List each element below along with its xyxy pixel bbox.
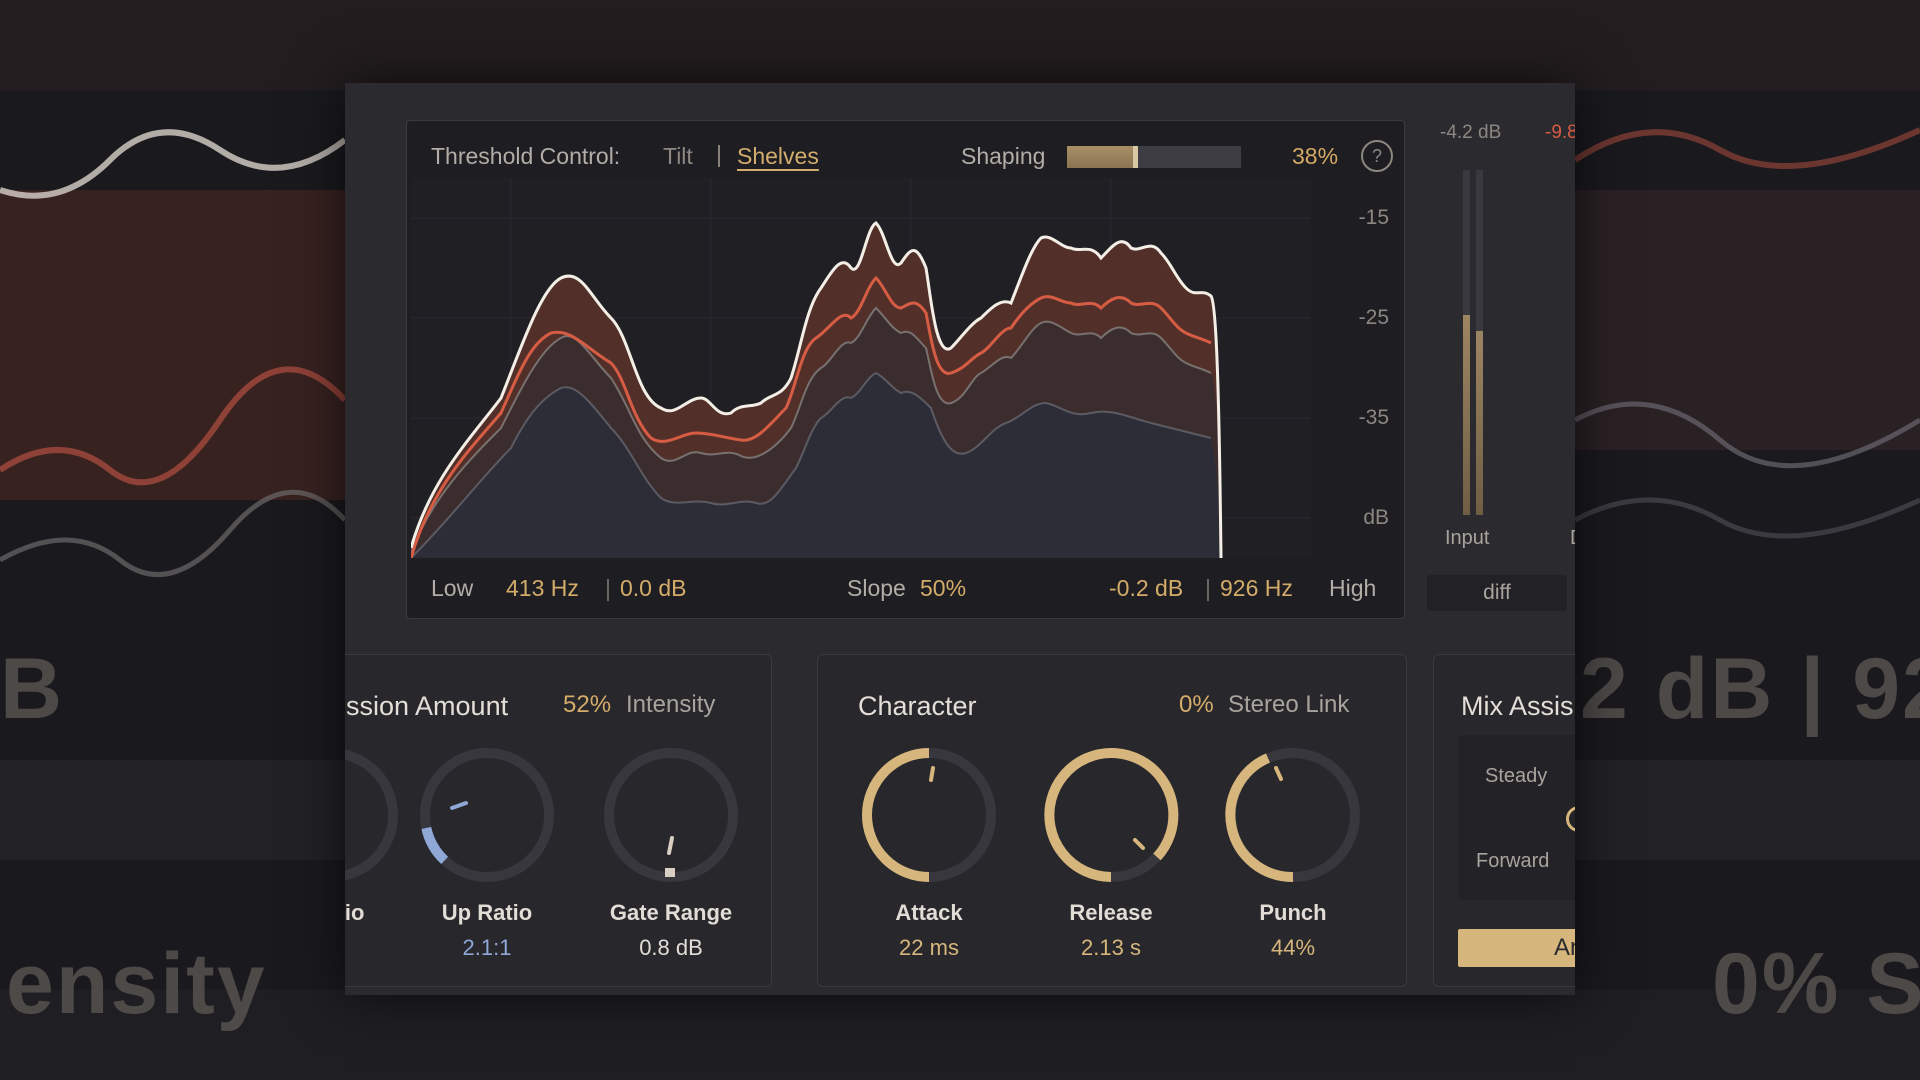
shaping-value: 38% [1292,143,1339,169]
background-text-right: 2 dB | 92 [1580,641,1920,737]
mix-mode-selector[interactable]: Steady Forward [1458,735,1575,900]
input-meter-label: Input [1445,527,1490,549]
db-scale-label: -15 [1359,206,1389,229]
diff-button[interactable]: diff [1427,575,1567,611]
background-text-left: B [0,641,65,737]
second-meter-label: D [1570,527,1575,550]
low-shelf-label: Low [431,575,474,601]
low-shelf-frequency[interactable]: 413 Hz [506,575,579,602]
shaping-label: Shaping [961,143,1046,169]
input-meter-right [1476,170,1483,515]
release-knob-label: Release [1069,900,1153,925]
mix-assist-card: Mix Assis Steady Forward Ana [1433,654,1575,987]
threshold-option-separator: | [716,141,722,167]
stereo-link-value[interactable]: 0% [1179,691,1214,719]
character-card: Character 0% Stereo Link Attack 22 ms Re… [817,654,1407,987]
footer-separator: | [605,575,611,601]
gate-range-value[interactable]: 0.8 dB [581,935,761,961]
gate-range-knob-label: Gate Range [609,900,733,925]
mix-mode-forward[interactable]: Forward [1476,850,1549,873]
punch-knob-label: Punch [1259,900,1327,925]
graph-footer: Low 413 Hz | 0.0 dB Slope 50% -0.2 dB | … [407,567,1404,611]
stereo-link-label: Stereo Link [1228,691,1350,718]
low-shelf-gain[interactable]: 0.0 dB [620,575,687,602]
db-scale-label: -25 [1359,306,1389,329]
second-meter-value: -9.8 [1545,122,1575,143]
gate-range-knob[interactable] [596,740,746,890]
high-shelf-label: High [1329,575,1377,601]
mix-mode-handle[interactable] [1566,806,1575,832]
db-scale-label: -35 [1359,406,1389,429]
shaping-slider-fill [1067,146,1134,168]
high-shelf-frequency[interactable]: 926 Hz [1220,575,1293,602]
shaping-slider-handle[interactable] [1133,146,1139,168]
up-ratio-value[interactable]: 2.1:1 [397,935,577,961]
compression-title: ssion Amount [346,691,509,721]
input-meter-left [1463,170,1470,515]
character-title: Character [858,691,977,721]
background-text-right-bottom: 0% S [1712,936,1920,1032]
mix-assist-title: Mix Assis [1461,691,1574,721]
help-icon[interactable]: ? [1361,140,1393,172]
spectrum-graph: Threshold Control: Tilt | Shelves Shapin… [406,120,1405,619]
background-text-left-bottom: ensity [6,936,267,1032]
input-meter-value: -4.2 dB [1440,122,1502,143]
punch-value[interactable]: 44% [1203,935,1383,961]
analyze-button[interactable]: Ana [1458,929,1575,967]
attack-knob[interactable] [854,740,1004,890]
high-shelf-gain[interactable]: -0.2 dB [1109,575,1183,602]
attack-knob-label: Attack [895,900,963,925]
input-meter-left-fill [1463,314,1470,515]
slope-value[interactable]: 50% [920,575,966,602]
up-ratio-knob-label: Up Ratio [441,900,533,925]
input-meter-right-fill [1476,330,1483,515]
footer-separator: | [1205,575,1211,601]
threshold-control-label: Threshold Control: [431,143,621,169]
mix-mode-steady[interactable]: Steady [1485,765,1547,788]
compression-card: ssion Amount 52% Intensity tio Up Ratio … [345,654,772,987]
ratio-knob[interactable] [345,740,406,890]
graph-header: Threshold Control: Tilt | Shelves Shapin… [431,135,1393,175]
spectrum-display[interactable]: -15 -25 -35 dB [411,178,1401,558]
punch-knob[interactable] [1218,740,1368,890]
compression-amount-value[interactable]: 52% [563,691,611,719]
level-meters: -4.2 dB -9.8 Input D diff [1425,120,1575,620]
threshold-option-tilt[interactable]: Tilt [663,143,693,170]
slope-label: Slope [847,575,906,601]
shaping-slider[interactable] [1067,146,1241,168]
db-scale-label: dB [1363,506,1389,529]
threshold-option-shelves[interactable]: Shelves [737,143,819,170]
plugin-panel: Threshold Control: Tilt | Shelves Shapin… [345,83,1575,995]
up-ratio-knob[interactable] [412,740,562,890]
intensity-label: Intensity [626,691,716,718]
attack-value[interactable]: 22 ms [839,935,1019,961]
release-value[interactable]: 2.13 s [1021,935,1201,961]
release-knob[interactable] [1036,740,1186,890]
